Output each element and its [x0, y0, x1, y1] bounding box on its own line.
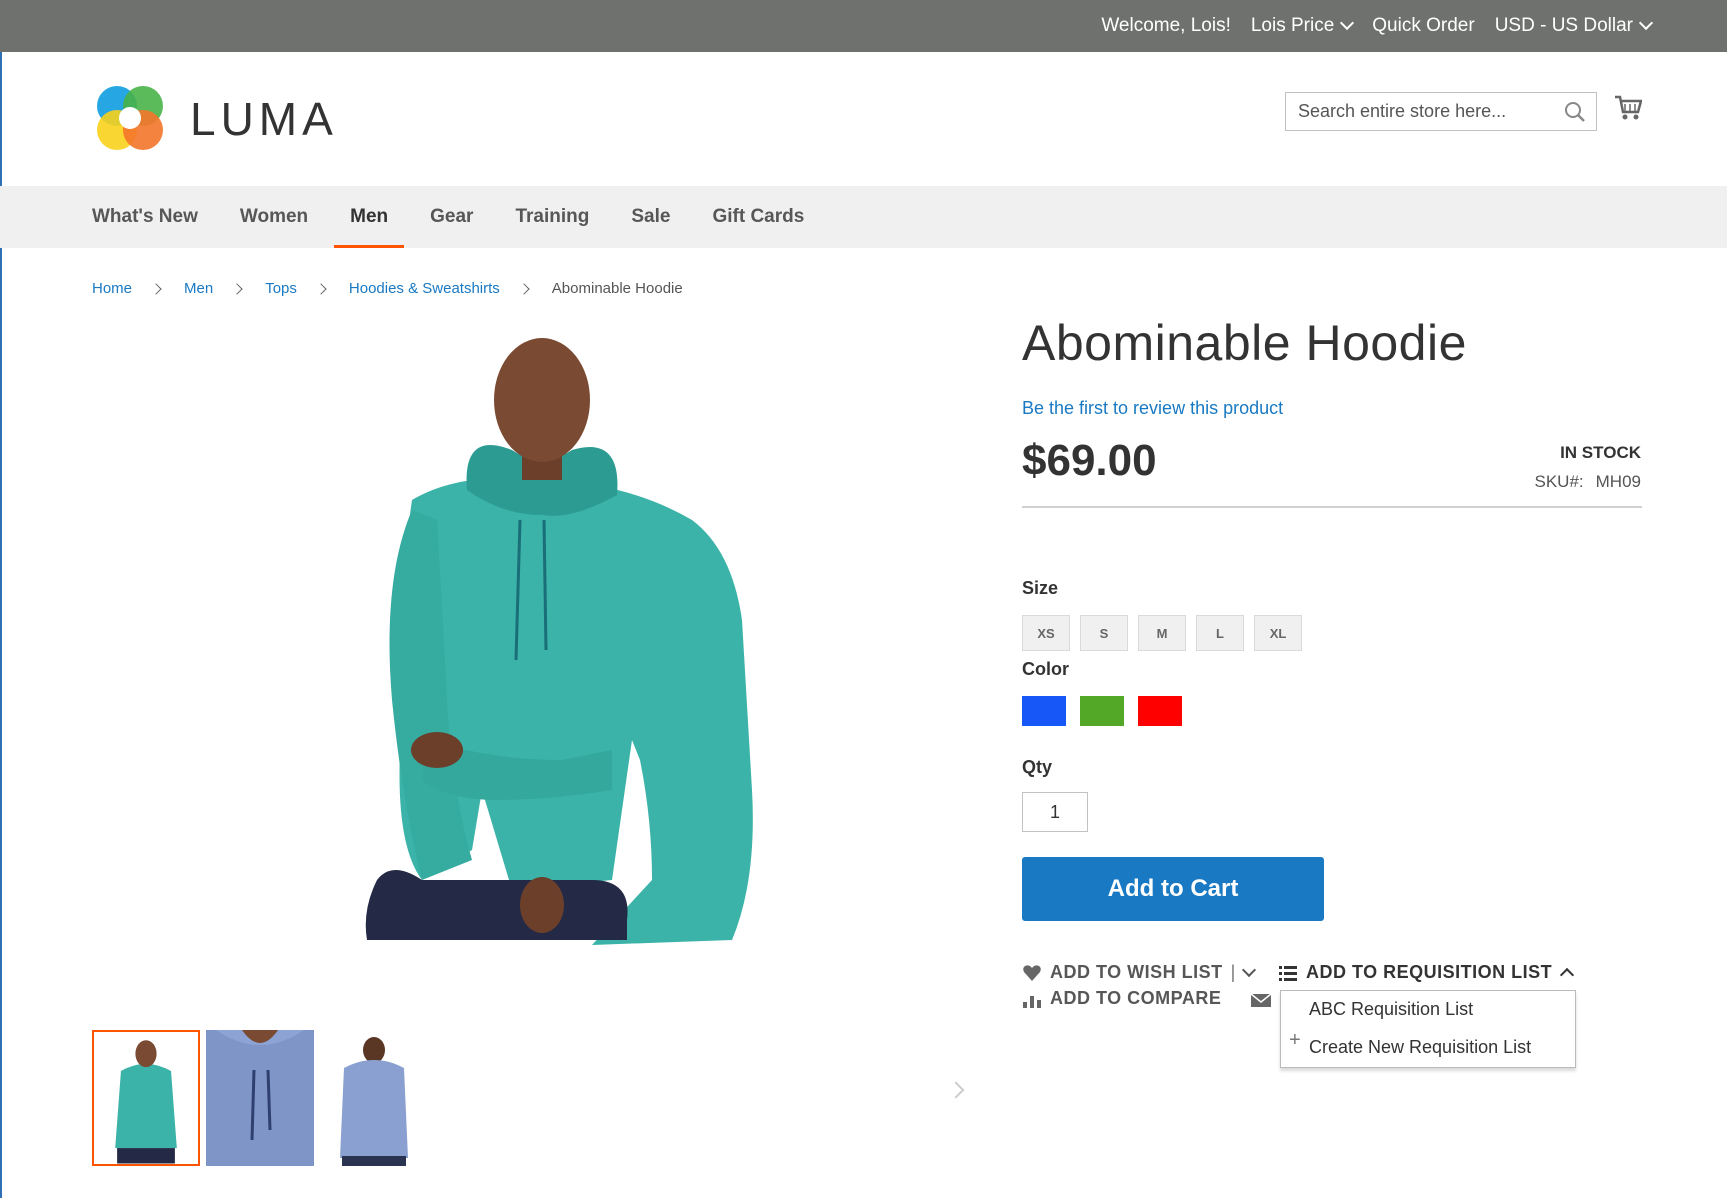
gallery-next-icon[interactable]	[947, 1081, 965, 1099]
requisition-dropdown: ABC Requisition List + Create New Requis…	[1280, 990, 1576, 1068]
nav-item-sale[interactable]: Sale	[615, 186, 686, 248]
product-main-image[interactable]	[92, 320, 962, 1028]
size-label: Size	[1022, 578, 1059, 598]
currency-label: USD - US Dollar	[1494, 15, 1633, 36]
size-s[interactable]: S	[1080, 615, 1128, 651]
thumbnail-front-image	[94, 1032, 198, 1164]
chevron-down-icon	[1638, 15, 1654, 31]
review-link[interactable]: Be the first to review this product	[1022, 398, 1283, 419]
requisition-label: Add to Requisition List	[1306, 962, 1553, 982]
thumbnail-back-image	[320, 1030, 428, 1166]
gallery-thumbnails	[92, 1030, 428, 1166]
size-m[interactable]: M	[1138, 615, 1186, 651]
luma-logo-icon[interactable]	[92, 80, 168, 156]
breadcrumb-current: Abominable Hoodie	[551, 280, 683, 297]
color-swatch-red[interactable]	[1138, 696, 1182, 726]
currency-switcher[interactable]: USD - US Dollar	[1494, 15, 1654, 37]
size-options: XS S M L XL	[1022, 615, 1302, 651]
nav-item-men[interactable]: Men	[334, 186, 405, 248]
cart-icon[interactable]	[1614, 94, 1642, 122]
add-to-wish-list-link[interactable]: Add to Wish List |	[1022, 962, 1256, 983]
color-label: Color	[1022, 659, 1069, 679]
thumbnail-front[interactable]	[92, 1030, 200, 1166]
thumbnail-back[interactable]	[320, 1030, 428, 1166]
main-nav: What's New Women Men Gear Training Sale …	[0, 186, 1727, 248]
breadcrumb-hoodies[interactable]: Hoodies & Sweatshirts	[349, 280, 500, 297]
compare-icon	[1023, 995, 1041, 1008]
size-l[interactable]: L	[1196, 615, 1244, 651]
search-icon[interactable]	[1564, 101, 1586, 123]
email-icon[interactable]	[1250, 992, 1272, 1008]
chevron-right-icon	[150, 282, 162, 295]
account-menu[interactable]: Lois Price	[1250, 15, 1355, 37]
split-divider: |	[1230, 962, 1236, 982]
qty-label: Qty	[1022, 757, 1053, 777]
chevron-down-icon	[1340, 15, 1355, 31]
top-bar: Welcome, Lois! Lois Price Quick Order US…	[0, 0, 1727, 52]
plus-icon: +	[1289, 1029, 1301, 1051]
thumbnail-detail[interactable]	[206, 1030, 314, 1166]
chevron-right-icon	[518, 282, 530, 295]
sku-value: MH09	[1595, 472, 1641, 491]
search-input[interactable]	[1286, 93, 1568, 130]
product-price: $69.00	[1022, 436, 1157, 485]
color-swatch-green[interactable]	[1080, 696, 1124, 726]
breadcrumb-home[interactable]: Home	[92, 280, 132, 297]
color-options	[1022, 696, 1182, 726]
logo-text[interactable]: LUMA	[190, 92, 338, 146]
account-menu-label: Lois Price	[1250, 15, 1335, 36]
breadcrumb: Home Men Tops Hoodies & Sweatshirts Abom…	[92, 280, 683, 297]
chevron-right-icon	[231, 282, 243, 295]
qty-input[interactable]	[1022, 792, 1088, 832]
chevron-right-icon	[315, 282, 327, 295]
nav-item-gift-cards[interactable]: Gift Cards	[696, 186, 820, 248]
compare-label: Add to Compare	[1050, 988, 1222, 1008]
add-to-requisition-list-button[interactable]: Add to Requisition List	[1278, 962, 1575, 983]
wish-list-label: Add to Wish List	[1050, 962, 1223, 982]
breadcrumb-tops[interactable]: Tops	[265, 280, 297, 297]
top-links: Welcome, Lois! Lois Price Quick Order US…	[1101, 0, 1654, 52]
create-requisition-list-option[interactable]: Create New Requisition List	[1309, 1037, 1531, 1058]
search-box	[1285, 92, 1597, 131]
divider	[1022, 506, 1642, 508]
add-to-cart-button[interactable]: Add to Cart	[1022, 857, 1324, 921]
product-title: Abominable Hoodie	[1022, 315, 1467, 371]
welcome-message: Welcome, Lois!	[1101, 15, 1231, 36]
nav-item-gear[interactable]: Gear	[414, 186, 489, 248]
chevron-up-icon	[1560, 967, 1575, 982]
color-swatch-blue[interactable]	[1022, 696, 1066, 726]
size-xl[interactable]: XL	[1254, 615, 1302, 651]
nav-item-training[interactable]: Training	[499, 186, 605, 248]
quick-order-link[interactable]: Quick Order	[1372, 15, 1474, 37]
list-icon	[1279, 965, 1297, 981]
thumbnail-detail-image	[206, 1030, 314, 1166]
heart-icon	[1023, 964, 1041, 981]
add-to-compare-link[interactable]: Add to Compare	[1022, 988, 1221, 1009]
chevron-down-icon[interactable]	[1241, 962, 1256, 977]
breadcrumb-men[interactable]: Men	[184, 280, 213, 297]
stock-status: In stock	[1560, 443, 1641, 462]
sku-label: SKU#:	[1534, 472, 1584, 491]
nav-item-whats-new[interactable]: What's New	[76, 186, 214, 248]
nav-item-women[interactable]: Women	[224, 186, 324, 248]
product-sku: SKU#: MH09	[1535, 472, 1642, 492]
requisition-option-abc[interactable]: ABC Requisition List	[1309, 999, 1473, 1020]
size-xs[interactable]: XS	[1022, 615, 1070, 651]
